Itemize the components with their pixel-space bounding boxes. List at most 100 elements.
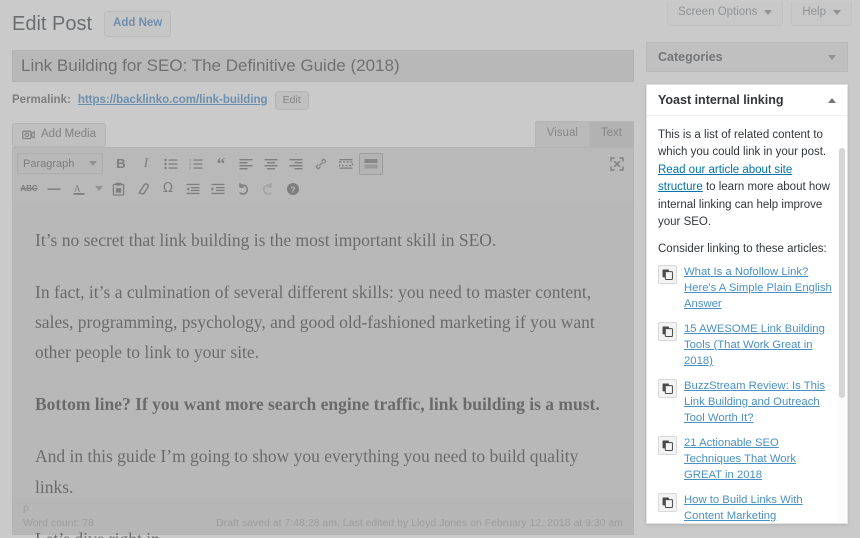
add-media-button[interactable]: Add Media: [12, 123, 106, 147]
text-color-dropdown-button[interactable]: [92, 178, 105, 200]
distraction-free-button[interactable]: [605, 153, 629, 175]
bold-button[interactable]: B: [109, 153, 133, 175]
help-circle-icon: ?: [287, 182, 299, 195]
media-and-tabs-bar: Add Media Visual Text: [12, 121, 634, 147]
increase-indent-button[interactable]: [206, 178, 230, 200]
toolbar-toggle-icon: [364, 158, 378, 168]
undo-button[interactable]: [231, 178, 255, 200]
insert-link-button[interactable]: [309, 153, 333, 175]
list-item: 15 AWESOME Link Building Tools (That Wor…: [658, 321, 836, 369]
page-title: Edit Post: [12, 13, 93, 35]
clipboard-icon: [112, 182, 124, 196]
page-title-row: Edit Post Add New: [12, 10, 634, 38]
text-color-button[interactable]: A: [67, 178, 91, 200]
permalink-url-link[interactable]: https://backlinko.com/link-building: [78, 94, 268, 106]
screen-options-label: Screen Options: [678, 6, 758, 18]
chevron-down-icon[interactable]: [828, 54, 836, 60]
blockquote-button[interactable]: “: [209, 153, 233, 175]
post-content-area[interactable]: It’s no secret that link building is the…: [12, 203, 634, 538]
screen-options-button[interactable]: Screen Options: [667, 2, 784, 26]
permalink-row: Permalink: https://backlinko.com/link-bu…: [12, 90, 634, 110]
categories-panel[interactable]: Categories: [646, 42, 848, 72]
add-new-button[interactable]: Add New: [104, 11, 172, 37]
horizontal-rule-button[interactable]: [42, 178, 66, 200]
permalink-edit-button[interactable]: Edit: [274, 90, 309, 110]
align-left-icon: [239, 158, 253, 169]
screen-meta-bar: Screen Options Help: [667, 2, 852, 26]
related-article-link[interactable]: 15 AWESOME Link Building Tools (That Wor…: [684, 321, 836, 369]
redo-icon: [262, 182, 272, 195]
help-button[interactable]: Help: [791, 2, 852, 26]
copy-icon-glyph: [662, 383, 673, 394]
related-article-link[interactable]: BuzzStream Review: Is This Link Building…: [684, 378, 836, 426]
scrollbar-thumb[interactable]: [839, 148, 845, 398]
align-center-icon: [264, 158, 278, 169]
chevron-down-icon: [89, 161, 97, 166]
clear-formatting-button[interactable]: [131, 178, 155, 200]
chevron-up-icon[interactable]: [828, 97, 836, 103]
bulleted-list-icon: [164, 158, 178, 169]
undo-icon: [239, 182, 249, 195]
strikethrough-button[interactable]: ABC: [17, 178, 41, 200]
svg-text:3: 3: [189, 165, 192, 169]
help-label: Help: [802, 6, 826, 18]
tab-text[interactable]: Text: [589, 121, 634, 147]
categories-title: Categories: [658, 50, 723, 64]
copy-icon-glyph: [662, 440, 673, 452]
decrease-indent-button[interactable]: [181, 178, 205, 200]
keyboard-shortcuts-button[interactable]: ?: [281, 178, 305, 200]
align-right-icon: [289, 158, 303, 169]
post-title-input[interactable]: Link Building for SEO: The Definitive Gu…: [12, 50, 634, 82]
add-media-label: Add Media: [41, 127, 96, 140]
permalink-label: Permalink:: [12, 94, 71, 106]
copy-icon[interactable]: [658, 264, 677, 284]
text-color-icon: A: [73, 183, 85, 195]
camera-icon: [22, 130, 35, 140]
redo-button[interactable]: [256, 178, 280, 200]
yoast-panel-body: This is a list of related content to whi…: [647, 116, 847, 523]
toolbar-row-2: ABC A Ω ?: [17, 176, 629, 201]
yoast-panel-header[interactable]: Yoast internal linking: [647, 85, 847, 116]
copy-icon[interactable]: [658, 379, 677, 398]
yoast-link-list: What Is a Nofollow Link? Here's A Simple…: [658, 264, 836, 523]
chevron-down-icon: [833, 10, 841, 16]
align-center-button[interactable]: [259, 153, 283, 175]
bulleted-list-button[interactable]: [159, 153, 183, 175]
copy-icon[interactable]: [658, 436, 677, 456]
yoast-consider-label: Consider linking to these articles:: [658, 242, 827, 255]
yoast-intro-before: This is a list of related content to whi…: [658, 129, 827, 159]
editor-mode-tabs: Visual Text: [534, 121, 634, 147]
yoast-panel-scrollbar[interactable]: [838, 148, 846, 522]
related-article-link[interactable]: What Is a Nofollow Link? Here's A Simple…: [684, 264, 836, 312]
increase-indent-icon: [211, 183, 225, 194]
list-item: What Is a Nofollow Link? Here's A Simple…: [658, 264, 836, 312]
svg-text:?: ?: [290, 184, 295, 194]
content-paragraph: It’s no secret that link building is the…: [35, 230, 497, 250]
special-character-button[interactable]: Ω: [156, 178, 180, 200]
horizontal-rule-icon: [47, 187, 61, 190]
related-article-link[interactable]: 21 Actionable SEO Techniques That Work G…: [684, 435, 836, 483]
post-editor-column: Edit Post Add New Link Building for SEO:…: [12, 10, 634, 538]
paste-as-text-button[interactable]: [106, 178, 130, 200]
align-left-button[interactable]: [234, 153, 258, 175]
post-sidebar: Categories: [646, 42, 848, 86]
toolbar-toggle-button[interactable]: [359, 152, 383, 175]
italic-button[interactable]: I: [134, 153, 158, 175]
copy-icon-glyph: [662, 497, 673, 509]
paragraph-format-select[interactable]: Paragraph: [17, 153, 103, 174]
distraction-free-icon: [610, 156, 624, 171]
numbered-list-button[interactable]: 1 2 3: [184, 153, 208, 175]
read-more-icon: [339, 158, 353, 169]
editor-toolbar: Paragraph B I 1 2 3 “ ABC A Ω ?: [12, 147, 634, 203]
content-paragraph: In fact, it’s a culmination of several d…: [35, 282, 595, 363]
tab-visual[interactable]: Visual: [534, 121, 590, 147]
copy-icon[interactable]: [658, 493, 677, 513]
read-more-button[interactable]: [334, 153, 358, 175]
align-right-button[interactable]: [284, 153, 308, 175]
toolbar-row-1: Paragraph B I 1 2 3 “: [17, 151, 629, 176]
list-item: How to Build Links With Content Marketin…: [658, 492, 836, 523]
copy-icon[interactable]: [658, 321, 677, 341]
yoast-intro-text: This is a list of related content to whi…: [658, 127, 836, 232]
related-article-link[interactable]: How to Build Links With Content Marketin…: [684, 492, 836, 523]
svg-text:A: A: [74, 183, 81, 193]
